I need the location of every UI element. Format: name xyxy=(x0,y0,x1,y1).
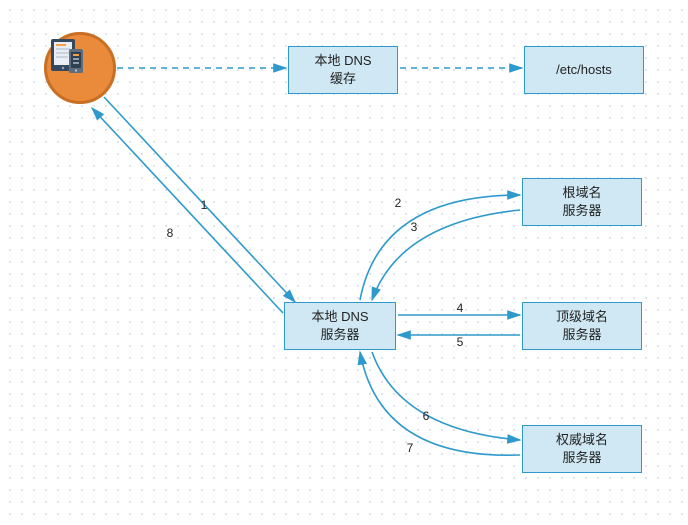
edge-label-2: 2 xyxy=(393,196,404,210)
node-label: 根域名服务器 xyxy=(562,184,601,219)
node-label: /etc/hosts xyxy=(556,61,612,79)
node-etc-hosts: /etc/hosts xyxy=(524,46,644,94)
edge-label-4: 4 xyxy=(455,301,466,315)
edge-label-6: 6 xyxy=(421,409,432,423)
node-tld-server: 顶级域名服务器 xyxy=(522,302,642,350)
node-label: 本地 DNS服务器 xyxy=(311,308,368,343)
edge-label-7: 7 xyxy=(405,441,416,455)
node-label: 顶级域名服务器 xyxy=(556,308,608,343)
node-authoritative-server: 权威域名服务器 xyxy=(522,425,642,473)
node-local-dns-cache: 本地 DNS缓存 xyxy=(288,46,398,94)
node-label: 权威域名服务器 xyxy=(556,431,608,466)
edge-label-3: 3 xyxy=(409,220,420,234)
tablet-phone-icon xyxy=(47,35,87,75)
edge-label-1: 1 xyxy=(199,198,210,212)
client-device-icon xyxy=(44,32,116,104)
node-label: 本地 DNS缓存 xyxy=(314,52,371,87)
edge-6 xyxy=(372,352,520,440)
edge-label-8: 8 xyxy=(165,226,176,240)
edge-7 xyxy=(360,352,520,455)
edge-label-5: 5 xyxy=(455,335,466,349)
edge-2 xyxy=(360,195,520,300)
edge-3 xyxy=(372,210,520,300)
node-local-dns-server: 本地 DNS服务器 xyxy=(284,302,396,350)
node-root-server: 根域名服务器 xyxy=(522,178,642,226)
edge-8 xyxy=(92,108,283,313)
